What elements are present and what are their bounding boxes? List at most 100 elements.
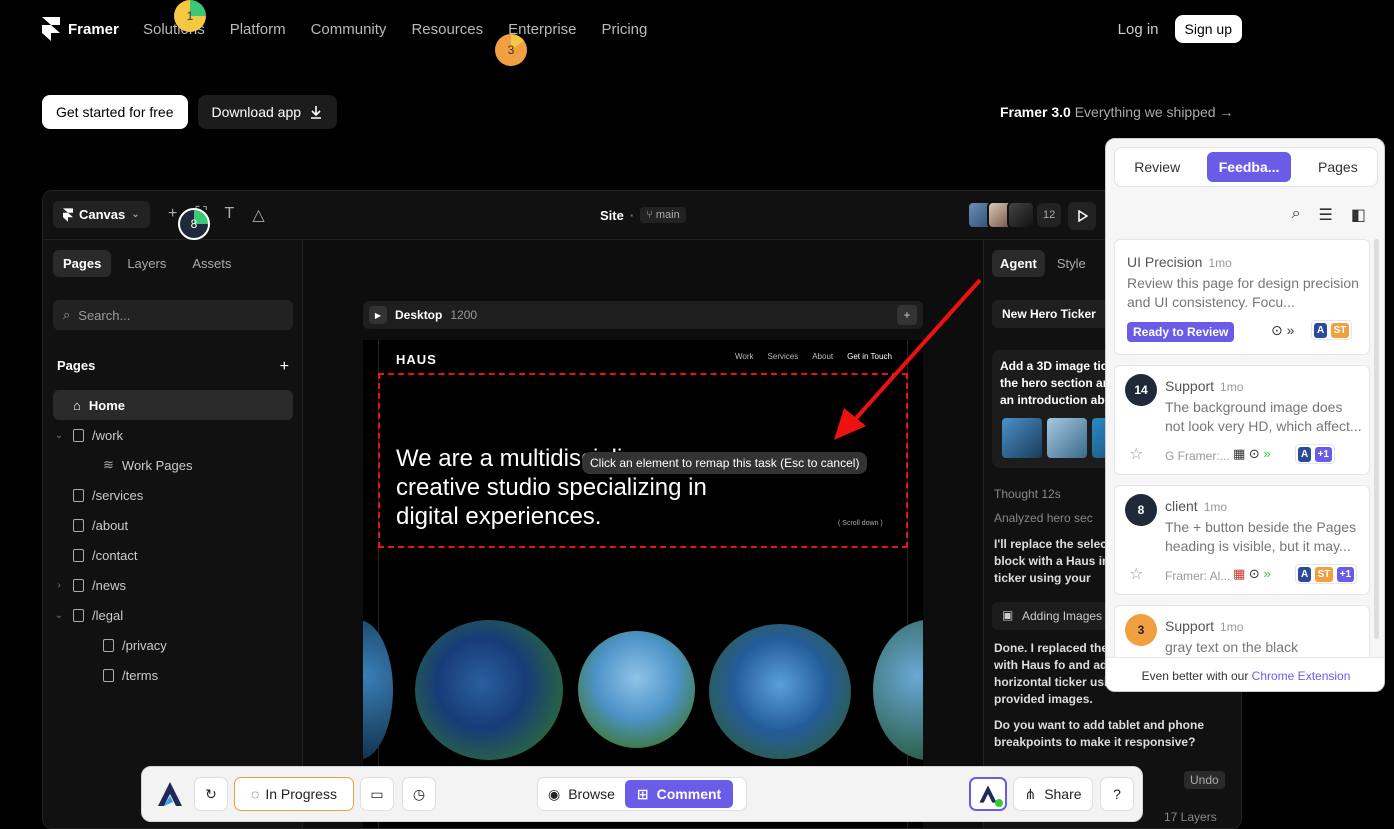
app-logo[interactable] bbox=[150, 777, 190, 811]
help-button[interactable]: ? bbox=[1100, 777, 1134, 811]
comment-marker[interactable]: 1 bbox=[174, 0, 206, 32]
haus-logo[interactable]: HAUS bbox=[396, 352, 437, 367]
filter-icon[interactable]: ☰ bbox=[1319, 205, 1333, 225]
chevron-icon[interactable]: › bbox=[53, 580, 65, 591]
announcement-link[interactable]: Framer 3.0 Everything we shipped → bbox=[1000, 104, 1233, 120]
timer-button[interactable]: ◷ bbox=[402, 777, 436, 811]
page-tree-row[interactable]: /terms bbox=[53, 660, 293, 690]
marker-number: 1 bbox=[186, 9, 194, 23]
search-icon[interactable]: ⌕ bbox=[1292, 205, 1301, 225]
refresh-button[interactable]: ↻ bbox=[194, 777, 228, 811]
page-tree-row[interactable]: ⌄ /legal bbox=[53, 600, 293, 630]
ticker-image[interactable] bbox=[873, 620, 923, 760]
page-tree-label: /services bbox=[92, 487, 144, 503]
page-tree-label: /work bbox=[92, 427, 124, 443]
assignee-chips[interactable]: A +1 bbox=[1295, 444, 1335, 464]
preview-button[interactable] bbox=[1068, 202, 1096, 230]
site-title[interactable]: Site · ⑂ main bbox=[600, 207, 686, 223]
feedback-card[interactable]: 14 Support 1mo The background image does … bbox=[1114, 365, 1370, 475]
signup-button[interactable]: Sign up bbox=[1174, 15, 1242, 43]
get-started-button[interactable]: Get started for free bbox=[42, 95, 188, 129]
frame-nav-work[interactable]: Work bbox=[735, 352, 754, 361]
target-icon[interactable]: ⊙ » bbox=[1271, 322, 1294, 339]
feedback-card[interactable]: 8 client 1mo The + button beside the Page… bbox=[1114, 485, 1370, 595]
branch-badge[interactable]: ⑂ main bbox=[640, 207, 686, 223]
star-icon[interactable]: ☆ bbox=[1129, 444, 1143, 464]
chevron-icon[interactable]: ⌄ bbox=[53, 610, 65, 621]
play-icon[interactable]: ▶ bbox=[369, 306, 387, 324]
page-tree-row[interactable]: /privacy bbox=[53, 630, 293, 660]
star-icon[interactable]: ☆ bbox=[1129, 564, 1143, 584]
tab-feedback[interactable]: Feedba... bbox=[1206, 152, 1292, 182]
shape-tool-icon[interactable]: △ bbox=[252, 205, 264, 225]
comment-count-badge: 14 bbox=[1125, 374, 1157, 406]
agent-reply-3: Do you want to add tablet and phone brea… bbox=[994, 718, 1204, 749]
status-dropdown[interactable]: ◌ In Progress bbox=[234, 777, 354, 811]
nav-community[interactable]: Community bbox=[311, 21, 387, 38]
feedback-card[interactable]: UI Precision 1mo Review this page for des… bbox=[1114, 239, 1370, 355]
download-app-button[interactable]: Download app bbox=[197, 95, 338, 129]
comment-button[interactable]: ⊞ Comment bbox=[624, 780, 734, 808]
tab-review[interactable]: Review bbox=[1122, 152, 1192, 182]
add-page-icon[interactable]: + bbox=[280, 358, 289, 376]
scrollbar[interactable] bbox=[1374, 239, 1379, 639]
comment-marker[interactable]: 3 bbox=[495, 34, 527, 66]
nav-pricing[interactable]: Pricing bbox=[602, 21, 648, 38]
desktop-view-button[interactable]: ▭ bbox=[360, 777, 394, 811]
tab-pages[interactable]: Pages bbox=[53, 250, 112, 277]
frame-nav-services[interactable]: Services bbox=[768, 352, 799, 361]
card-title: Support 1mo bbox=[1165, 378, 1244, 394]
collapse-panel-icon[interactable]: ◧ bbox=[1351, 205, 1366, 225]
nav-platform[interactable]: Platform bbox=[230, 21, 286, 38]
ticker-image[interactable] bbox=[709, 624, 851, 759]
feedback-card[interactable]: 3 Support 1mo gray text on the black bbox=[1114, 605, 1370, 657]
file-icon bbox=[103, 638, 114, 652]
page-tree-row[interactable]: ≋ Work Pages bbox=[53, 450, 293, 480]
framer-small-icon bbox=[63, 207, 73, 222]
insert-icon[interactable]: + bbox=[168, 205, 177, 225]
page-tree-row[interactable]: ⌄ /work bbox=[53, 420, 293, 450]
image-icon: ▣ bbox=[1002, 608, 1014, 622]
page-tree-row[interactable]: ⌂ Home bbox=[53, 390, 293, 420]
login-link[interactable]: Log in bbox=[1118, 21, 1159, 38]
thumbnail[interactable] bbox=[1047, 418, 1087, 458]
nav-resources[interactable]: Resources bbox=[411, 21, 483, 38]
ticker-image[interactable] bbox=[363, 620, 393, 760]
scroll-down-label: ( Scroll down ) bbox=[838, 520, 883, 527]
browse-button[interactable]: ◉ Browse bbox=[538, 779, 625, 809]
chrome-extension-link[interactable]: Chrome Extension bbox=[1252, 669, 1351, 683]
assignee-chips[interactable]: A ST bbox=[1311, 320, 1353, 340]
calendar-icon[interactable]: ▦ ⊙ » bbox=[1233, 566, 1271, 582]
chevron-icon[interactable]: ⌄ bbox=[53, 430, 65, 441]
page-tree-row[interactable]: › /news bbox=[53, 570, 293, 600]
app-logo-icon bbox=[158, 782, 182, 806]
comment-marker[interactable]: 8 bbox=[178, 208, 210, 240]
page-search-input[interactable]: ⌕ Search... bbox=[53, 300, 293, 330]
tab-agent[interactable]: Agent bbox=[992, 250, 1045, 277]
tab-assets[interactable]: Assets bbox=[182, 250, 241, 277]
ticker-image[interactable] bbox=[415, 620, 563, 760]
status-badge[interactable]: Ready to Review bbox=[1127, 322, 1235, 342]
ticker-image[interactable] bbox=[578, 631, 695, 748]
tab-style[interactable]: Style bbox=[1049, 250, 1094, 277]
thumbnail[interactable] bbox=[1002, 418, 1042, 458]
tab-layers[interactable]: Layers bbox=[117, 250, 176, 277]
undo-button[interactable]: Undo bbox=[1184, 771, 1225, 789]
assignee-chips[interactable]: A ST +1 bbox=[1295, 564, 1358, 584]
user-avatar-button[interactable] bbox=[969, 777, 1007, 811]
calendar-icon[interactable]: ▦ ⊙ » bbox=[1233, 446, 1271, 462]
text-tool-icon[interactable]: T bbox=[225, 205, 235, 225]
page-tree-label: /about bbox=[92, 517, 129, 533]
brand-name: Framer bbox=[68, 20, 119, 38]
page-tree-row[interactable]: /contact bbox=[53, 540, 293, 570]
canvas-menu-button[interactable]: Canvas ⌄ bbox=[53, 201, 150, 228]
page-tree-row[interactable]: /services bbox=[53, 480, 293, 510]
framer-logo[interactable]: Framer bbox=[42, 17, 119, 41]
share-button[interactable]: ⋔ Share bbox=[1013, 777, 1093, 811]
progress-icon: ◌ bbox=[251, 786, 260, 802]
card-description: The + button beside the Pages heading is… bbox=[1165, 519, 1357, 554]
collaborator-avatars[interactable]: 12 bbox=[967, 201, 1062, 229]
page-tree-row[interactable]: /about bbox=[53, 510, 293, 540]
separator-dot: · bbox=[629, 207, 635, 223]
tab-pages[interactable]: Pages bbox=[1306, 152, 1370, 182]
